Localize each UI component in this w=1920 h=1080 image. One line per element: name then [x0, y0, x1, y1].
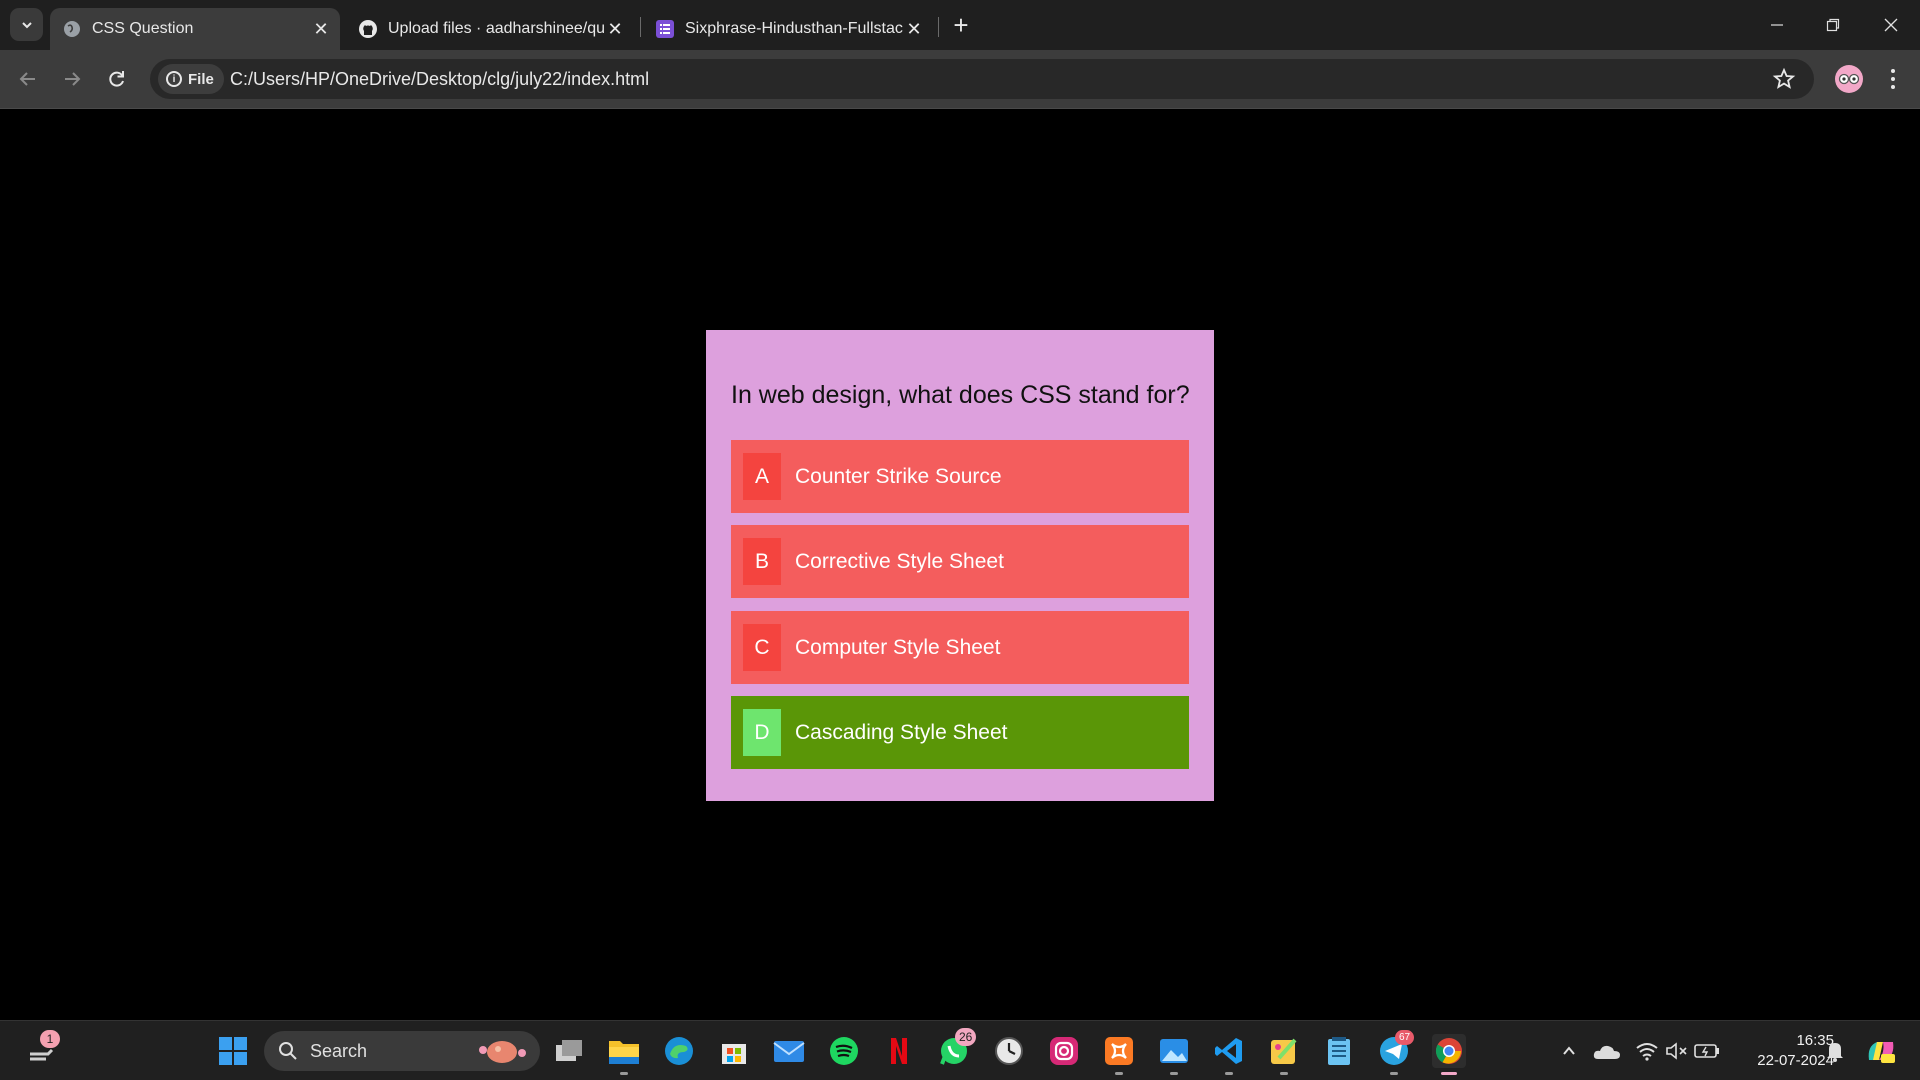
option-text: Computer Style Sheet: [795, 635, 1001, 659]
option-text: Counter Strike Source: [795, 464, 1002, 488]
tab-css-question[interactable]: CSS Question ✕: [50, 8, 340, 50]
minimize-button[interactable]: [1762, 10, 1792, 40]
running-indicator: [1390, 1072, 1398, 1075]
close-tab-icon[interactable]: ✕: [310, 18, 332, 40]
tab-title: Upload files · aadharshinee/quiz: [388, 20, 604, 37]
store-icon[interactable]: [717, 1034, 751, 1068]
active-app-indicator: [1441, 1072, 1457, 1075]
whatsapp-badge: 26: [955, 1028, 977, 1046]
running-indicator: [1225, 1072, 1233, 1075]
forward-button[interactable]: [57, 64, 87, 94]
new-tab-button[interactable]: +: [948, 10, 974, 40]
close-tab-icon[interactable]: ✕: [604, 18, 626, 40]
chip-label: File: [188, 70, 214, 88]
question-text: In web design, what does CSS stand for?: [731, 381, 1190, 409]
tab-upload-files[interactable]: Upload files · aadharshinee/quiz ✕: [346, 8, 634, 50]
info-icon: i: [166, 71, 182, 87]
running-indicator: [1280, 1072, 1288, 1075]
onedrive-icon[interactable]: [1590, 1034, 1624, 1068]
netflix-icon[interactable]: [882, 1034, 916, 1068]
tab-title: CSS Question: [92, 20, 194, 37]
file-explorer-icon[interactable]: [607, 1034, 641, 1068]
menu-dot: [1891, 85, 1895, 89]
option-c[interactable]: C Computer Style Sheet: [731, 611, 1189, 684]
running-indicator: [1115, 1072, 1123, 1075]
reload-button[interactable]: [102, 64, 132, 94]
spotify-icon[interactable]: [827, 1034, 861, 1068]
search-icon: [279, 1042, 297, 1060]
github-icon: [358, 19, 378, 39]
option-d[interactable]: D Cascading Style Sheet: [731, 696, 1189, 769]
bookmark-star-icon[interactable]: [1772, 67, 1796, 91]
globe-icon: [62, 19, 82, 39]
browser-menu-button[interactable]: [1880, 64, 1906, 94]
url-text[interactable]: C:/Users/HP/OneDrive/Desktop/clg/july22/…: [230, 69, 649, 90]
battery-icon[interactable]: [1690, 1034, 1724, 1068]
option-letter: D: [743, 709, 781, 756]
close-icon: [1884, 18, 1898, 32]
option-text: Cascading Style Sheet: [795, 720, 1008, 744]
taskbar: 1 Search 26 67 16:35 22-07-2024: [0, 1020, 1920, 1080]
site-info-chip[interactable]: i File: [158, 64, 224, 94]
clock-app-icon[interactable]: [992, 1034, 1026, 1068]
task-view-icon[interactable]: [552, 1034, 586, 1068]
quiz-card: In web design, what does CSS stand for? …: [706, 330, 1214, 801]
arrow-left-icon: [19, 72, 35, 86]
telegram-badge: 67: [1395, 1030, 1415, 1045]
chevron-up-icon[interactable]: [1552, 1034, 1586, 1068]
edge-icon[interactable]: [662, 1034, 696, 1068]
option-b[interactable]: B Corrective Style Sheet: [731, 525, 1189, 598]
list-icon: [655, 19, 675, 39]
chevron-down-icon: [21, 21, 32, 28]
option-a[interactable]: A Counter Strike Source: [731, 440, 1189, 513]
reload-icon: [109, 71, 124, 87]
address-bar[interactable]: i File C:/Users/HP/OneDrive/Desktop/clg/…: [150, 59, 1814, 99]
tab-strip: CSS Question ✕ Upload files · aadharshin…: [0, 0, 1920, 50]
back-button[interactable]: [13, 64, 43, 94]
whatsapp-icon[interactable]: 26: [937, 1028, 977, 1068]
option-letter: B: [743, 538, 781, 585]
option-letter: A: [743, 453, 781, 500]
tab-separator: [640, 17, 641, 37]
vscode-icon[interactable]: [1212, 1034, 1246, 1068]
search-label: Search: [310, 1040, 368, 1061]
arrow-right-icon: [65, 72, 81, 86]
close-window-button[interactable]: [1876, 10, 1906, 40]
start-icon[interactable]: [216, 1034, 250, 1068]
tab-sixphrase[interactable]: Sixphrase-Hindusthan-Fullstack ✕: [643, 8, 933, 50]
telegram-icon[interactable]: 67: [1377, 1030, 1415, 1068]
tab-title: Sixphrase-Hindusthan-Fullstack: [685, 20, 903, 37]
notepad-icon[interactable]: [1322, 1034, 1356, 1068]
browser-toolbar: i File C:/Users/HP/OneDrive/Desktop/clg/…: [0, 50, 1920, 109]
tab-search-button[interactable]: [10, 8, 43, 41]
option-letter: C: [743, 624, 781, 671]
notification-badge: 1: [40, 1030, 60, 1048]
page-viewport: In web design, what does CSS stand for? …: [0, 109, 1920, 1020]
menu-dot: [1891, 69, 1895, 73]
wifi-icon[interactable]: [1630, 1034, 1664, 1068]
paint-icon[interactable]: [1267, 1034, 1301, 1068]
restore-icon: [1826, 18, 1840, 32]
tab-separator: [938, 17, 939, 37]
instagram-icon[interactable]: [1047, 1034, 1081, 1068]
taskbar-search[interactable]: Search: [264, 1031, 540, 1071]
minimize-icon: [1771, 24, 1783, 26]
menu-dot: [1891, 77, 1895, 81]
copilot-icon[interactable]: [1864, 1034, 1898, 1068]
profile-avatar-icon[interactable]: [1835, 65, 1863, 93]
option-text: Corrective Style Sheet: [795, 549, 1004, 573]
running-indicator: [620, 1072, 628, 1075]
close-tab-icon[interactable]: ✕: [903, 18, 925, 40]
volume-muted-icon[interactable]: [1660, 1034, 1694, 1068]
chrome-icon[interactable]: [1432, 1034, 1466, 1068]
bell-icon[interactable]: [1818, 1034, 1852, 1068]
search-highlight-icon: [479, 1041, 526, 1063]
xampp-icon[interactable]: [1102, 1034, 1136, 1068]
widgets-icon[interactable]: 1: [24, 1030, 60, 1068]
running-indicator: [1170, 1072, 1178, 1075]
restore-button[interactable]: [1818, 10, 1848, 40]
mail-icon[interactable]: [772, 1034, 806, 1068]
photos-icon[interactable]: [1157, 1034, 1191, 1068]
